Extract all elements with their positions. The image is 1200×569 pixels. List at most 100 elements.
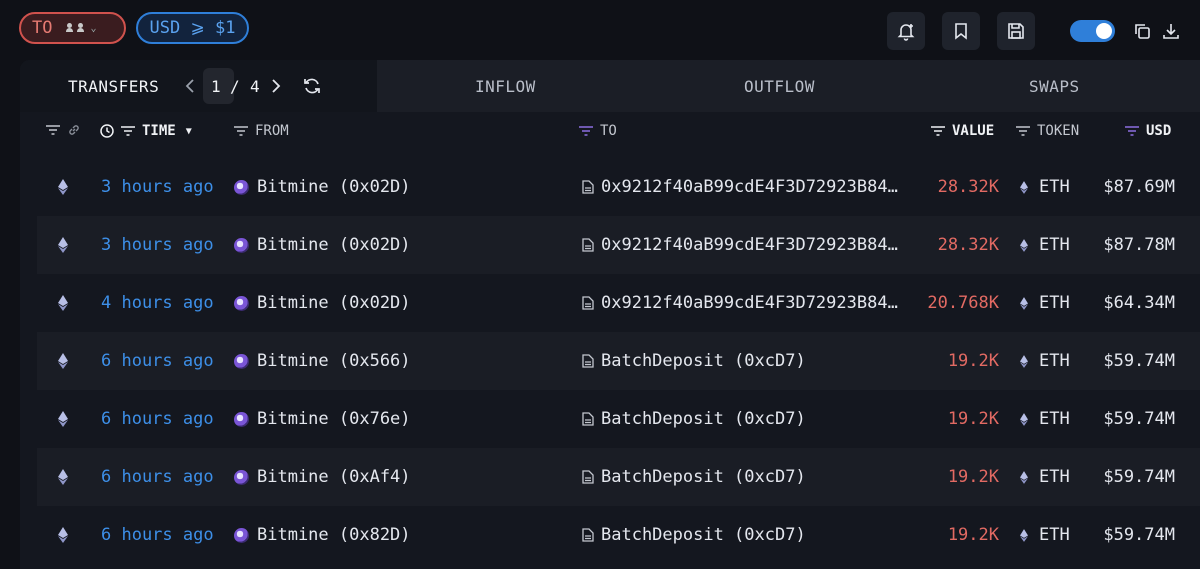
token-cell[interactable]: ETH	[1020, 506, 1070, 564]
value-cell: 19.2K	[947, 351, 999, 371]
token-cell[interactable]: ETH	[1020, 274, 1070, 332]
to-cell[interactable]: BatchDeposit (0xcD7)	[582, 332, 806, 390]
usd-filter-chip[interactable]: USD ⩾ $1	[136, 12, 249, 44]
usd-cell: $87.69M	[1103, 177, 1175, 197]
from-cell[interactable]: Bitmine (0x02D)	[234, 216, 411, 274]
time-column-header[interactable]: TIME ▼	[100, 123, 192, 139]
from-cell[interactable]: Bitmine (0x566)	[234, 332, 411, 390]
document-icon	[582, 238, 594, 252]
transfers-panel: TRANSFERS 1 / 4 INFLOW OUTFLOW SWAPS TIM…	[20, 60, 1200, 569]
to-cell[interactable]: 0x9212f40aB99cdE4F3D72923B84…	[582, 158, 898, 216]
to-cell[interactable]: 0x9212f40aB99cdE4F3D72923B84…	[582, 216, 898, 274]
table-row[interactable]: 6 hours ago Bitmine (0x76e) BatchDeposit (…	[37, 390, 1200, 448]
from-label: Bitmine (0x566)	[257, 351, 411, 371]
from-cell[interactable]: Bitmine (0x82D)	[234, 506, 411, 564]
token-label: ETH	[1039, 351, 1070, 371]
eth-icon	[1020, 412, 1028, 426]
people-icon	[66, 23, 85, 33]
filter-active-icon[interactable]	[578, 125, 594, 137]
token-cell[interactable]: ETH	[1020, 216, 1070, 274]
to-label: BatchDeposit (0xcD7)	[601, 351, 806, 371]
alert-button[interactable]	[887, 12, 925, 50]
refresh-icon[interactable]	[302, 76, 322, 96]
to-cell[interactable]: 0x9212f40aB99cdE4F3D72923B84…	[582, 274, 898, 332]
table-row[interactable]: 6 hours ago Bitmine (0xAf4) BatchDeposit (…	[37, 448, 1200, 506]
tab-swaps[interactable]: SWAPS	[1029, 77, 1080, 96]
token-label: ETH	[1039, 525, 1070, 545]
tab-transfers[interactable]: TRANSFERS 1 / 4	[20, 60, 377, 112]
chevron-left-icon[interactable]	[184, 78, 196, 94]
value-column-header[interactable]: VALUE	[930, 123, 994, 139]
filter-icon[interactable]	[930, 125, 946, 137]
entity-avatar	[234, 469, 249, 485]
tab-outflow[interactable]: OUTFLOW	[744, 77, 815, 96]
from-column-header[interactable]: FROM	[233, 123, 289, 139]
usd-cell: $59.74M	[1103, 525, 1175, 545]
chain-column-header[interactable]	[45, 123, 81, 137]
tab-transfers-label: TRANSFERS	[68, 77, 160, 96]
token-cell[interactable]: ETH	[1020, 390, 1070, 448]
value-cell: 20.768K	[927, 293, 999, 313]
filter-icon[interactable]	[45, 124, 61, 136]
time-cell[interactable]: 6 hours ago	[101, 448, 214, 506]
from-cell[interactable]: Bitmine (0xAf4)	[234, 448, 411, 506]
copy-icon	[1135, 24, 1150, 39]
table-row[interactable]: 4 hours ago Bitmine (0x02D) 0x9212f40aB99c…	[37, 274, 1200, 332]
eth-icon	[58, 448, 68, 506]
table-row[interactable]: 3 hours ago Bitmine (0x02D) 0x9212f40aB99c…	[37, 158, 1200, 216]
from-cell[interactable]: Bitmine (0x02D)	[234, 158, 411, 216]
usd-column-header[interactable]: USD	[1124, 123, 1171, 139]
to-label: BatchDeposit (0xcD7)	[601, 525, 806, 545]
sort-desc-icon[interactable]: ▼	[186, 126, 192, 137]
from-header-label: FROM	[255, 123, 289, 139]
filter-icon[interactable]	[120, 125, 136, 137]
eth-icon	[1020, 180, 1028, 194]
copy-button[interactable]	[1131, 20, 1153, 42]
download-button[interactable]	[1160, 20, 1182, 42]
chevron-right-icon[interactable]	[270, 78, 282, 94]
time-cell[interactable]: 3 hours ago	[101, 158, 214, 216]
document-icon	[582, 470, 594, 484]
token-cell[interactable]: ETH	[1020, 332, 1070, 390]
table-row[interactable]: 3 hours ago Bitmine (0x02D) 0x9212f40aB99c…	[37, 216, 1200, 274]
from-cell[interactable]: Bitmine (0x76e)	[234, 390, 411, 448]
filter-icon[interactable]	[233, 125, 249, 137]
to-filter-chip[interactable]: TO ⌄	[19, 12, 126, 44]
to-cell[interactable]: BatchDeposit (0xcD7)	[582, 506, 806, 564]
token-cell[interactable]: ETH	[1020, 448, 1070, 506]
value-cell: 28.32K	[937, 177, 999, 197]
view-toggle[interactable]	[1070, 20, 1115, 42]
token-column-header[interactable]: TOKEN	[1015, 123, 1079, 139]
from-label: Bitmine (0xAf4)	[257, 467, 411, 487]
value-cell: 19.2K	[947, 467, 999, 487]
time-cell[interactable]: 6 hours ago	[101, 506, 214, 564]
filter-icon[interactable]	[1015, 125, 1031, 137]
time-cell[interactable]: 3 hours ago	[101, 216, 214, 274]
to-cell[interactable]: BatchDeposit (0xcD7)	[582, 448, 806, 506]
bookmark-button[interactable]	[942, 12, 980, 50]
to-label: BatchDeposit (0xcD7)	[601, 409, 806, 429]
save-button[interactable]	[997, 12, 1035, 50]
token-cell[interactable]: ETH	[1020, 158, 1070, 216]
to-column-header[interactable]: TO	[578, 123, 617, 139]
entity-avatar	[234, 353, 249, 369]
usd-cell: $59.74M	[1103, 351, 1175, 371]
filter-active-icon[interactable]	[1124, 125, 1140, 137]
from-cell[interactable]: Bitmine (0x02D)	[234, 274, 411, 332]
token-label: ETH	[1039, 409, 1070, 429]
to-label: 0x9212f40aB99cdE4F3D72923B84…	[601, 235, 898, 255]
document-icon	[582, 354, 594, 368]
time-cell[interactable]: 4 hours ago	[101, 274, 214, 332]
tab-inflow[interactable]: INFLOW	[475, 77, 536, 96]
token-label: ETH	[1039, 293, 1070, 313]
time-cell[interactable]: 6 hours ago	[101, 390, 214, 448]
to-cell[interactable]: BatchDeposit (0xcD7)	[582, 390, 806, 448]
document-icon	[582, 296, 594, 310]
eth-icon	[1020, 528, 1028, 542]
table-row[interactable]: 6 hours ago Bitmine (0x82D) BatchDeposit (…	[37, 506, 1200, 564]
value-cell: 28.32K	[937, 235, 999, 255]
table-row[interactable]: 6 hours ago Bitmine (0x566) BatchDeposit (…	[37, 332, 1200, 390]
time-cell[interactable]: 6 hours ago	[101, 332, 214, 390]
chevron-down-icon: ⌄	[90, 22, 97, 34]
clock-icon	[100, 124, 114, 138]
